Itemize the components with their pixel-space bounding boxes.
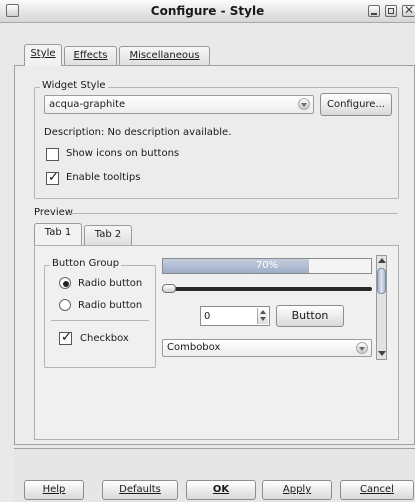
cancel-button[interactable]: Cancel (340, 480, 414, 500)
ok-button[interactable]: OK (186, 480, 256, 500)
scrollbar-thumb[interactable] (377, 268, 386, 294)
tab-style[interactable]: Style (24, 44, 62, 66)
radio-button-2[interactable] (59, 299, 71, 311)
tab-miscellaneous-label: Miscellaneous (129, 50, 200, 61)
configure-button[interactable]: Configure... (320, 93, 392, 116)
radio-button-2-label: Radio button (78, 300, 143, 311)
defaults-button-label: Defaults (119, 484, 161, 495)
preview-button-label: Button (291, 309, 329, 322)
style-description: Description: No description available. (44, 127, 232, 138)
preview-checkbox[interactable]: ✓ (59, 330, 72, 345)
title-bar[interactable]: Configure - Style ✕ (0, 0, 415, 23)
spinbox-value: 0 (204, 311, 211, 322)
apply-button[interactable]: Apply (262, 480, 332, 500)
maximize-button[interactable] (385, 5, 397, 17)
chevron-down-icon (356, 342, 368, 354)
chevron-down-icon (298, 98, 310, 110)
configure-button-label: Configure... (326, 99, 385, 110)
tab-effects[interactable]: Effects (64, 46, 117, 66)
close-button[interactable]: ✕ (402, 3, 415, 17)
spin-down-icon[interactable] (260, 317, 266, 321)
preview-scrollbar[interactable] (376, 255, 387, 360)
window-title: Configure - Style (150, 4, 265, 18)
radio-button-1[interactable] (59, 277, 71, 289)
enable-tooltips-checkbox[interactable]: ✓ (46, 170, 59, 185)
widget-style-value: acqua-graphite (49, 99, 126, 110)
tab-effects-label: Effects (73, 50, 108, 61)
minimize-button[interactable] (368, 5, 380, 17)
spin-up-icon[interactable] (260, 310, 266, 314)
checkmark-icon: ✓ (61, 330, 72, 345)
preview-divider (70, 213, 398, 214)
help-button[interactable]: Help (24, 480, 84, 500)
progress-text: 70% (255, 260, 279, 271)
scroll-down-icon[interactable] (378, 351, 386, 356)
apply-button-label: Apply (282, 484, 312, 495)
preview-label: Preview (34, 207, 73, 218)
preview-combobox-value: Combobox (167, 342, 221, 353)
group-separator (51, 320, 149, 321)
ok-button-label: OK (212, 484, 230, 495)
slider-handle[interactable] (162, 284, 176, 293)
progress-bar: 70% (162, 258, 372, 274)
preview-checkbox-label: Checkbox (80, 333, 129, 344)
slider[interactable] (162, 284, 372, 293)
button-group-label: Button Group (50, 258, 122, 270)
spinbox-arrows[interactable] (257, 308, 268, 324)
show-icons-label: Show icons on buttons (66, 148, 180, 159)
radio-selected-dot (63, 281, 69, 287)
widget-style-label: Widget Style (40, 80, 108, 92)
spinbox[interactable]: 0 (200, 306, 270, 326)
radio-button-1-label: Radio button (78, 278, 143, 289)
preview-tab-1[interactable]: Tab 1 (34, 223, 82, 245)
tab-style-label: Style (30, 48, 56, 59)
close-icon: ✕ (404, 3, 415, 17)
preview-button[interactable]: Button (276, 305, 344, 327)
checkmark-icon: ✓ (48, 170, 59, 185)
help-button-label: Help (42, 484, 66, 495)
defaults-button[interactable]: Defaults (102, 480, 178, 500)
preview-tab-2-label: Tab 2 (94, 229, 122, 240)
slider-track (162, 287, 372, 291)
maximize-icon (388, 8, 394, 14)
scroll-up-icon[interactable] (378, 258, 386, 263)
widget-style-select[interactable]: acqua-graphite (44, 95, 314, 114)
minimize-icon (371, 13, 377, 15)
preview-combobox[interactable]: Combobox (162, 339, 372, 357)
show-icons-checkbox[interactable] (46, 148, 59, 161)
preview-tab-2[interactable]: Tab 2 (84, 225, 132, 245)
preview-tab-1-label: Tab 1 (44, 227, 72, 238)
enable-tooltips-label: Enable tooltips (66, 172, 141, 183)
tab-miscellaneous[interactable]: Miscellaneous (119, 46, 210, 66)
cancel-button-label: Cancel (360, 484, 394, 495)
